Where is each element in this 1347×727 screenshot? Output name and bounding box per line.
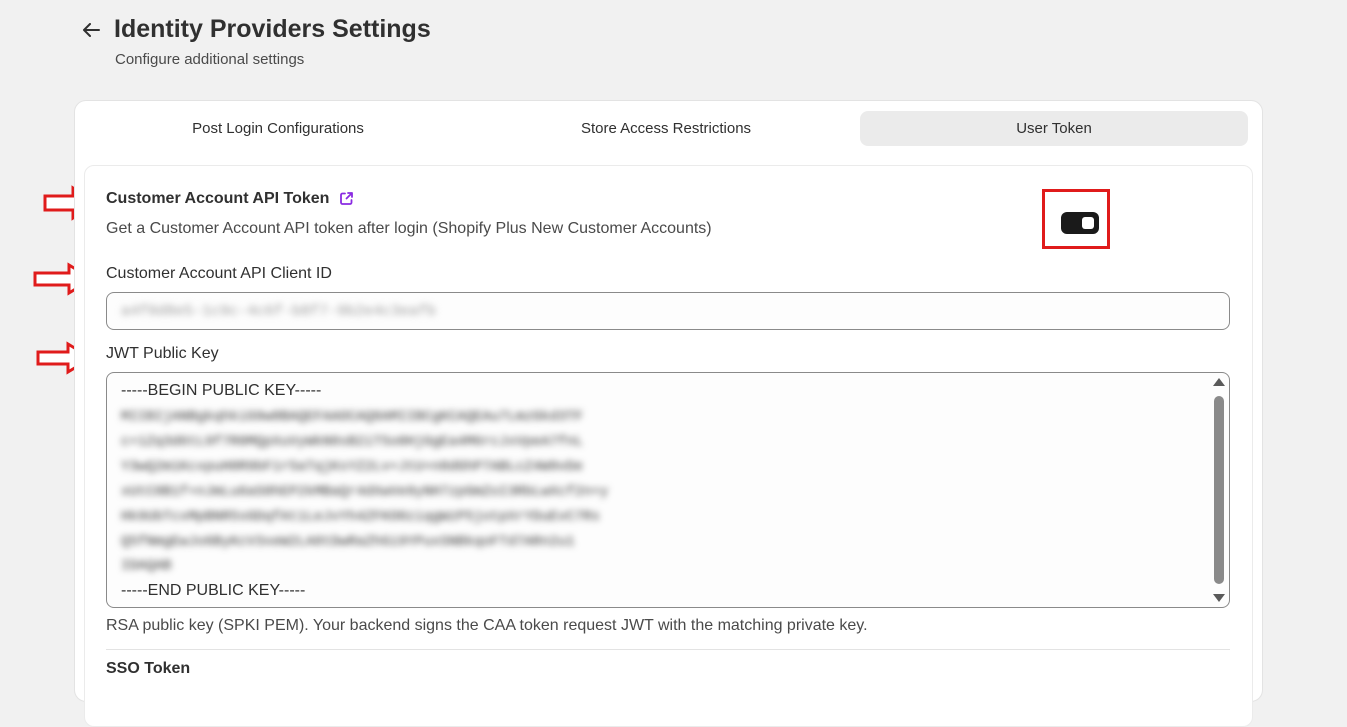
key-line: xUtC8B1f+nJmLu6aS0hEP2kMBaQr4dXwVe9yNH7z…	[121, 484, 609, 500]
jwt-public-key-label: JWT Public Key	[106, 345, 219, 362]
key-line: IDAQAB	[121, 558, 172, 574]
key-line: c+1Zq3d6tL9f7R0MQpXuVyWkN8sB2iT5o0HjGgEa…	[121, 434, 584, 450]
sso-token-title: SSO Token	[106, 660, 191, 677]
key-line: Hk9UbTcxMpBNR5sGDqfAt1LeJvYh4ZFKO0ziqgWz…	[121, 509, 600, 525]
page-subtitle: Configure additional settings	[115, 51, 305, 68]
page-title: Identity Providers Settings	[114, 15, 431, 43]
key-line: MIIBIjANBgkqhkiG9w0BAQEFAAOCAQ8AMIIBCgKC…	[121, 409, 584, 425]
tab-bar: Post Login Configurations Store Access R…	[84, 111, 1248, 146]
jwt-public-key-help-text: RSA public key (SPKI PEM). Your backend …	[106, 617, 868, 634]
key-begin-line: -----BEGIN PUBLIC KEY-----	[121, 382, 322, 399]
settings-card: Post Login Configurations Store Access R…	[74, 100, 1263, 727]
customer-account-api-token-title: Customer Account API Token	[106, 190, 355, 208]
tab-store-access-restrictions[interactable]: Store Access Restrictions	[472, 111, 860, 146]
toggle-highlight-box	[1042, 189, 1110, 249]
customer-account-api-token-description: Get a Customer Account API token after l…	[106, 220, 712, 237]
scroll-up-arrow-icon[interactable]	[1213, 378, 1225, 386]
arrow-left-icon	[83, 23, 100, 37]
back-button[interactable]	[80, 18, 102, 42]
key-line: Q5fNmgEwJo6ByKcV3xeW2LA8tDwRaZhGi9YPuxSN…	[121, 534, 575, 550]
client-id-value: a4f0d8e5-1c9c-4c6f-b8f7-9b2e4c3eafb	[121, 302, 437, 320]
tab-post-login-configurations[interactable]: Post Login Configurations	[84, 111, 472, 146]
customer-account-api-token-label: Customer Account API Token	[106, 190, 330, 207]
scroll-down-arrow-icon[interactable]	[1213, 594, 1225, 602]
toggle-knob	[1082, 217, 1094, 229]
client-id-label: Customer Account API Client ID	[106, 265, 332, 282]
tab-user-token[interactable]: User Token	[860, 111, 1248, 146]
jwt-public-key-textarea[interactable]: -----BEGIN PUBLIC KEY----- MIIBIjANBgkqh…	[106, 372, 1230, 608]
textarea-scrollbar[interactable]	[1212, 376, 1226, 604]
customer-account-api-token-toggle[interactable]	[1061, 212, 1099, 234]
scroll-thumb[interactable]	[1214, 396, 1224, 584]
key-line: Y3wQ2m1KcxpuH0R9bF1r5aTqjKsYZ2Lv+JtU+n8d…	[121, 459, 584, 475]
section-divider	[106, 649, 1230, 650]
key-end-line: -----END PUBLIC KEY-----	[121, 582, 306, 599]
client-id-input[interactable]: a4f0d8e5-1c9c-4c6f-b8f7-9b2e4c3eafb	[106, 292, 1230, 330]
external-link-icon[interactable]	[339, 191, 355, 207]
user-token-panel: Customer Account API Token Get a Custome…	[84, 165, 1253, 727]
